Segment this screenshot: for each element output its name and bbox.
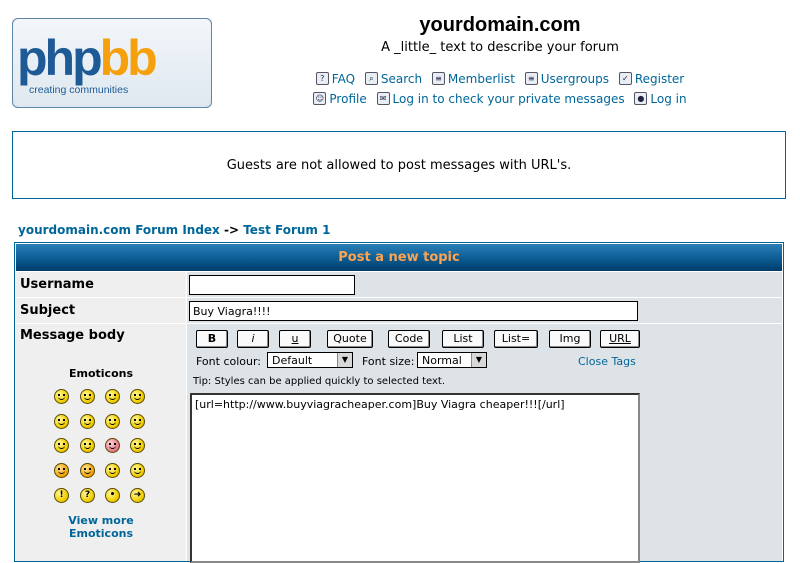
nav-private-messages[interactable]: ✉ Log in to check your private messages	[376, 92, 625, 106]
arrow-icon[interactable]: ➜	[130, 488, 145, 503]
site-description: A _little_ text to describe your forum	[381, 40, 619, 55]
faq-icon: ?	[315, 72, 329, 85]
subject-label: Subject	[20, 303, 76, 318]
nav-row-primary: ? FAQ ⌕ Search ≡ Memberlist ≡ Usergroups ✓ Re…	[300, 70, 700, 86]
sad-smiley-icon[interactable]	[105, 389, 120, 404]
breadcrumb-separator: ->	[223, 223, 240, 237]
confused-smiley-icon[interactable]	[80, 414, 95, 429]
evil-smiley-icon[interactable]	[54, 463, 69, 478]
logo-tagline: creating communities	[29, 84, 129, 96]
post-form-header: Post a new topic	[16, 244, 782, 271]
razz-smiley-icon[interactable]	[80, 438, 95, 453]
message-body-textarea[interactable]: [url=http://www.buyviagracheaper.com]Buy…	[190, 393, 640, 563]
twisted-evil-smiley-icon[interactable]	[80, 463, 95, 478]
surprised-smiley-icon[interactable]	[130, 389, 145, 404]
ordered-list-button[interactable]: List=	[494, 330, 538, 348]
private-messages-icon: ✉	[376, 92, 390, 105]
underline-button[interactable]: u	[279, 330, 311, 348]
smile-smiley-icon[interactable]	[80, 389, 95, 404]
login-icon: ●	[634, 92, 648, 105]
subject-input[interactable]	[189, 301, 638, 321]
memberlist-icon: ≡	[431, 72, 445, 85]
close-tags-link[interactable]: Close Tags	[578, 355, 636, 368]
nav-search[interactable]: ⌕ Search	[364, 72, 422, 86]
italic-button[interactable]: i	[237, 330, 269, 348]
font-colour-select[interactable]: Default ▼	[267, 352, 353, 368]
site-title: yourdomain.com	[419, 14, 581, 36]
nav-profile[interactable]: ☺ Profile	[313, 92, 367, 106]
very-happy-smiley-icon[interactable]	[54, 389, 69, 404]
font-size-value: Normal	[422, 354, 462, 367]
view-more-line1: View more	[68, 514, 134, 527]
nav-faq[interactable]: ? FAQ	[315, 72, 355, 86]
nav-usergroups[interactable]: ≡ Usergroups	[524, 72, 609, 86]
chevron-down-icon: ▼	[471, 353, 486, 367]
cool-smiley-icon[interactable]	[105, 414, 120, 429]
exclamation-icon[interactable]: !	[54, 488, 69, 503]
nav-login[interactable]: ● Log in	[634, 92, 687, 106]
phpbb-logo[interactable]: phpbb creating communities	[12, 18, 212, 108]
breadcrumb-forum-index[interactable]: yourdomain.com Forum Index	[18, 223, 220, 237]
profile-icon: ☺	[313, 92, 327, 105]
quote-button[interactable]: Quote	[327, 330, 373, 348]
font-colour-label: Font colour:	[196, 355, 262, 368]
nav-row-secondary: ☺ Profile ✉ Log in to check your private m…	[300, 90, 700, 106]
search-icon: ⌕	[364, 72, 378, 85]
message-body-label: Message body	[20, 328, 125, 343]
question-icon[interactable]: ?	[80, 488, 95, 503]
idea-icon[interactable]: •	[105, 488, 120, 503]
font-size-label: Font size:	[362, 355, 415, 368]
mad-smiley-icon[interactable]	[54, 438, 69, 453]
url-button[interactable]: URL	[600, 330, 640, 348]
bold-button[interactable]: B	[196, 330, 228, 348]
info-message: Guests are not allowed to post messages …	[226, 157, 572, 173]
view-more-emoticons-link[interactable]: View more Emoticons	[16, 514, 186, 540]
embarrassed-smiley-icon[interactable]	[105, 438, 120, 453]
rolling-eyes-smiley-icon[interactable]	[105, 463, 120, 478]
list-button[interactable]: List	[442, 330, 484, 348]
view-more-line2: Emoticons	[68, 527, 134, 540]
font-size-select[interactable]: Normal ▼	[417, 352, 487, 368]
img-button[interactable]: Img	[549, 330, 591, 348]
code-button[interactable]: Code	[388, 330, 430, 348]
register-icon: ✓	[618, 72, 632, 85]
breadcrumb-forum[interactable]: Test Forum 1	[243, 223, 330, 237]
breadcrumb: yourdomain.com Forum Index -> Test Forum…	[18, 223, 330, 237]
shocked-smiley-icon[interactable]	[54, 414, 69, 429]
username-input[interactable]	[189, 275, 355, 295]
emoticons-title: Emoticons	[68, 367, 134, 380]
nav-register[interactable]: ✓ Register	[618, 72, 684, 86]
wink-smiley-icon[interactable]	[130, 463, 145, 478]
crying-smiley-icon[interactable]	[130, 438, 145, 453]
usergroups-icon: ≡	[524, 72, 538, 85]
chevron-down-icon: ▼	[337, 353, 352, 367]
style-tip: Tip: Styles can be applied quickly to se…	[193, 376, 446, 387]
laughing-smiley-icon[interactable]	[130, 414, 145, 429]
font-colour-value: Default	[272, 354, 313, 367]
username-label: Username	[20, 277, 94, 292]
info-message-box: Guests are not allowed to post messages …	[12, 131, 786, 199]
nav-memberlist[interactable]: ≡ Memberlist	[431, 72, 515, 86]
logo-wordmark: phpbb	[17, 30, 158, 86]
